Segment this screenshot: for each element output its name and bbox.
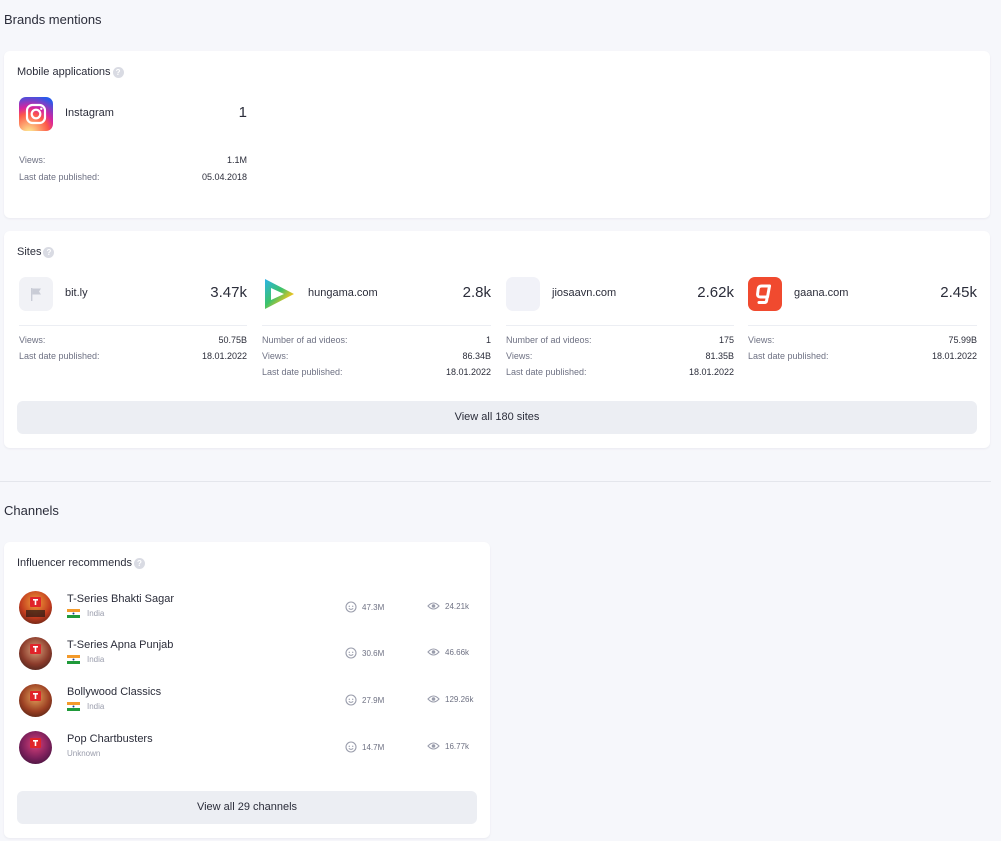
channel-row-apna-punjab[interactable]: T-Series Apna Punjab India 30.6M 46.66k xyxy=(19,635,479,671)
flag-icon xyxy=(19,277,53,311)
mobile-applications-title: Mobile applications ? xyxy=(17,66,124,78)
site-count: 2.8k xyxy=(462,284,491,301)
channel-avatar xyxy=(19,637,52,670)
channel-name: T-Series Apna Punjab xyxy=(67,639,174,651)
app-item-instagram[interactable]: Instagram 1 Views: 1.1M Last date publis… xyxy=(19,97,247,187)
divider xyxy=(748,325,977,326)
channel-country: India xyxy=(67,609,104,618)
app-name: Instagram xyxy=(65,107,114,119)
stat-ad-videos: Number of ad videos: 175 xyxy=(506,335,734,345)
divider xyxy=(19,325,247,326)
stat-views: Views: 1.1M xyxy=(19,155,247,165)
india-flag-icon xyxy=(67,702,80,711)
channel-subscribers: 47.3M xyxy=(345,601,384,613)
channels-section-title: Channels xyxy=(4,503,59,518)
site-item-bitly[interactable]: bit.ly 3.47k Views: 50.75B Last date pub… xyxy=(19,277,247,387)
channel-row-bollywood-classics[interactable]: Bollywood Classics India 27.9M 129.26k xyxy=(19,682,479,718)
eye-icon xyxy=(427,648,440,656)
channel-views: 46.66k xyxy=(427,647,469,657)
stat-last-date: Last date published: 18.01.2022 xyxy=(19,351,247,361)
sites-title: Sites ? xyxy=(17,246,55,258)
channel-views: 129.26k xyxy=(427,694,473,704)
eye-icon xyxy=(427,742,440,750)
smiley-face-icon xyxy=(345,694,357,706)
view-all-channels-button[interactable]: View all 29 channels xyxy=(17,791,477,824)
channel-name: Bollywood Classics xyxy=(67,686,162,698)
help-icon[interactable]: ? xyxy=(43,246,55,258)
channel-name: T-Series Bhakti Sagar xyxy=(67,593,174,605)
channel-views: 24.21k xyxy=(427,601,469,611)
site-item-gaana[interactable]: gaana.com 2.45k Views: 75.99B Last date … xyxy=(748,277,977,387)
divider xyxy=(262,325,491,326)
help-icon[interactable]: ? xyxy=(133,557,145,569)
stat-last-date: Last date published: 05.04.2018 xyxy=(19,172,247,182)
channel-name: Pop Chartbusters xyxy=(67,733,153,745)
stat-views: Views: 75.99B xyxy=(748,335,977,345)
stat-last-date: Last date published: 18.01.2022 xyxy=(262,367,491,377)
channel-row-pop-chartbusters[interactable]: Pop Chartbusters Unknown 14.7M 16.77k xyxy=(19,729,479,765)
view-all-sites-button[interactable]: View all 180 sites xyxy=(17,401,977,434)
site-item-jiosaavn[interactable]: jiosaavn.com 2.62k Number of ad videos: … xyxy=(506,277,734,387)
channel-country: Unknown xyxy=(67,749,101,758)
channel-subscribers: 27.9M xyxy=(345,694,384,706)
stat-last-date: Last date published: 18.01.2022 xyxy=(748,351,977,361)
channel-country: India xyxy=(67,702,104,711)
site-name: jiosaavn.com xyxy=(552,287,617,299)
site-count: 2.45k xyxy=(940,284,977,301)
smiley-face-icon xyxy=(345,741,357,753)
influencer-recommends-title: Influencer recommends ? xyxy=(17,557,145,569)
site-name: bit.ly xyxy=(65,287,88,299)
site-count: 3.47k xyxy=(210,284,247,301)
app-count: 1 xyxy=(238,104,247,121)
stat-views: Views: 50.75B xyxy=(19,335,247,345)
channel-country: India xyxy=(67,655,104,664)
smiley-face-icon xyxy=(345,601,357,613)
sites-card: Sites ? bit.ly 3.47k Views: 50.75B Last … xyxy=(4,231,990,448)
channel-avatar xyxy=(19,731,52,764)
influencer-recommends-card: Influencer recommends ? T-Series Bhakti … xyxy=(4,542,490,838)
india-flag-icon xyxy=(67,655,80,664)
stat-last-date: Last date published: 18.01.2022 xyxy=(506,367,734,377)
eye-icon xyxy=(427,602,440,610)
play-triangle-icon xyxy=(262,277,296,311)
stat-views: Views: 86.34B xyxy=(262,351,491,361)
site-item-hungama[interactable]: hungama.com 2.8k Number of ad videos: 1 … xyxy=(262,277,491,387)
site-name: hungama.com xyxy=(308,287,378,299)
section-divider xyxy=(0,481,991,482)
channel-subscribers: 30.6M xyxy=(345,647,384,659)
smiley-face-icon xyxy=(345,647,357,659)
channel-views: 16.77k xyxy=(427,741,469,751)
site-name: gaana.com xyxy=(794,287,849,299)
help-icon[interactable]: ? xyxy=(112,66,124,78)
channel-row-bhakti-sagar[interactable]: T-Series Bhakti Sagar India 47.3M 24.21k xyxy=(19,589,479,625)
channel-subscribers: 14.7M xyxy=(345,741,384,753)
site-placeholder-icon xyxy=(506,277,540,311)
g-letter-icon xyxy=(748,277,782,311)
stat-ad-videos: Number of ad videos: 1 xyxy=(262,335,491,345)
mobile-applications-card: Mobile applications ? Instagram 1 Views:… xyxy=(4,51,990,218)
eye-icon xyxy=(427,695,440,703)
site-count: 2.62k xyxy=(697,284,734,301)
india-flag-icon xyxy=(67,609,80,618)
channel-avatar xyxy=(19,591,52,624)
channel-avatar xyxy=(19,684,52,717)
divider xyxy=(506,325,734,326)
instagram-icon xyxy=(19,97,53,131)
stat-views: Views: 81.35B xyxy=(506,351,734,361)
brands-section-title: Brands mentions xyxy=(4,12,102,27)
